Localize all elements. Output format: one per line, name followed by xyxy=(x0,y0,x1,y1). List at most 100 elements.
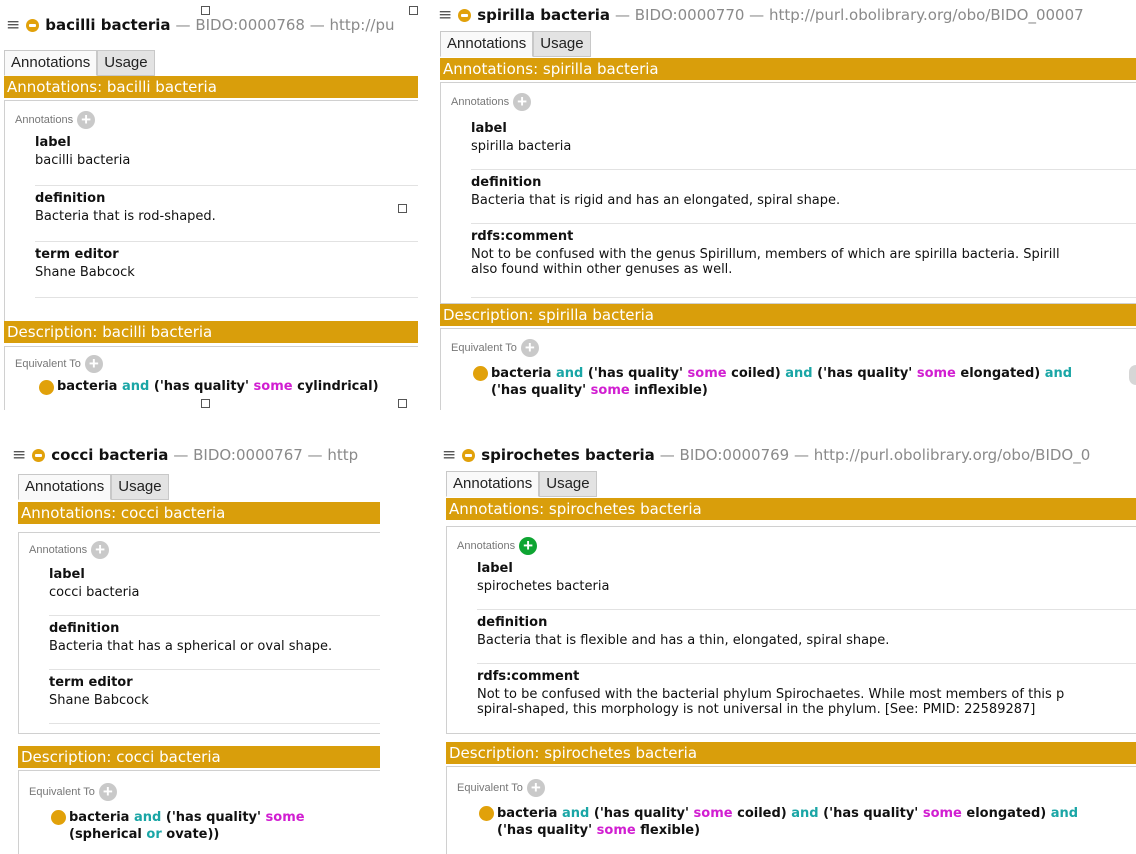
entry-key: definition xyxy=(471,175,542,190)
expr-term: ('has quality' xyxy=(497,823,593,838)
add-icon[interactable]: + xyxy=(84,355,103,373)
expr-keyword: and xyxy=(122,379,150,394)
equivalent-label: Equivalent To xyxy=(15,358,81,370)
class-icon xyxy=(462,448,476,462)
equivalent-subheader: Equivalent To + xyxy=(457,779,545,797)
add-icon[interactable]: + xyxy=(513,93,532,111)
annotation-entry[interactable]: label spirochetes bacteria xyxy=(477,561,1136,610)
entry-key: rdfs:comment xyxy=(471,229,574,244)
annotation-entry[interactable]: rdfs:comment Not to be confused with the… xyxy=(471,229,1136,298)
expr-keyword: some xyxy=(590,383,630,398)
panel-title-iri: — BIDO:0000769 — http://purl.obolibrary.… xyxy=(659,446,1091,464)
tab-usage[interactable]: Usage xyxy=(539,471,597,497)
class-expression[interactable]: bacteria and ('has quality' some coiled)… xyxy=(479,805,1078,839)
annotation-entry[interactable]: rdfs:comment Not to be confused with the… xyxy=(477,669,1136,729)
annotation-entry[interactable]: label bacilli bacteria xyxy=(35,135,418,186)
entry-value-continued: also found within other genuses as well. xyxy=(471,262,733,277)
equivalent-subheader: Equivalent To + xyxy=(451,339,539,357)
description-header: Description: spirilla bacteria xyxy=(440,304,1136,326)
description-section: Equivalent To + bacteria and ('has quali… xyxy=(440,328,1136,410)
expr-term: bacteria xyxy=(57,379,118,394)
tab-bar: Annotations Usage xyxy=(4,50,155,76)
expr-term: ('has quality' xyxy=(817,366,913,381)
panel-title-iri: — BIDO:0000767 — http xyxy=(173,446,359,464)
tab-annotations[interactable]: Annotations xyxy=(446,471,540,497)
panel-title-bar[interactable]: ≡ cocci bacteria — BIDO:0000767 — http xyxy=(6,440,380,470)
panel-bacilli: ≡ bacilli bacteria — BIDO:0000768 — http… xyxy=(0,10,418,410)
annotation-entry[interactable]: label cocci bacteria xyxy=(49,567,380,616)
annotation-entry[interactable]: definition Bacteria that is rigid and ha… xyxy=(471,175,1136,224)
annotations-label: Annotations xyxy=(29,544,88,556)
tab-annotations[interactable]: Annotations xyxy=(18,474,112,500)
class-expression[interactable]: bacteria and ('has quality' some cylindr… xyxy=(39,379,379,395)
panel-title-iri: — BIDO:0000770 — http://purl.obolibrary.… xyxy=(614,6,1084,24)
expr-term: inflexible) xyxy=(634,383,708,398)
entry-key: term editor xyxy=(35,247,119,262)
expr-term: bacteria xyxy=(497,806,558,821)
entry-key: label xyxy=(49,567,85,582)
annotation-entry[interactable]: label spirilla bacteria xyxy=(471,121,1136,170)
class-icon xyxy=(458,8,472,22)
annotation-entry[interactable]: term editor Shane Babcock xyxy=(49,675,380,724)
class-icon xyxy=(32,448,46,462)
hamburger-icon[interactable]: ≡ xyxy=(6,15,20,35)
entry-value: spirochetes bacteria xyxy=(477,579,610,594)
tab-bar: Annotations Usage xyxy=(446,471,597,497)
tab-usage[interactable]: Usage xyxy=(533,31,591,57)
expr-keyword: and xyxy=(1044,366,1073,381)
add-icon[interactable]: + xyxy=(520,339,539,357)
annotations-label: Annotations xyxy=(15,114,74,126)
entry-value: Shane Babcock xyxy=(35,265,135,280)
panel-title-bar[interactable]: ≡ spirilla bacteria — BIDO:0000770 — htt… xyxy=(432,0,1136,30)
panel-title-bar[interactable]: ≡ spirochetes bacteria — BIDO:0000769 — … xyxy=(436,440,1136,470)
resize-handle[interactable] xyxy=(398,204,407,213)
class-expression[interactable]: bacteria and ('has quality' some (spheri… xyxy=(51,809,305,843)
annotation-entry[interactable]: term editor Shane Babcock xyxy=(35,247,418,298)
hamburger-icon[interactable]: ≡ xyxy=(442,445,456,465)
annotations-section: Annotations + label spirochetes bacteria… xyxy=(446,526,1136,734)
tab-usage[interactable]: Usage xyxy=(97,50,155,76)
hamburger-icon[interactable]: ≡ xyxy=(438,5,452,25)
add-icon[interactable]: + xyxy=(77,111,96,129)
description-header: Description: spirochetes bacteria xyxy=(446,742,1136,764)
add-icon[interactable]: + xyxy=(98,783,117,801)
resize-handle[interactable] xyxy=(398,399,407,408)
expr-term: ('has quality' xyxy=(593,806,690,821)
scroll-knob[interactable] xyxy=(1129,365,1136,385)
add-icon[interactable]: + xyxy=(526,779,545,797)
hamburger-icon[interactable]: ≡ xyxy=(12,445,26,465)
description-section: Equivalent To + bacteria and ('has quali… xyxy=(446,766,1136,854)
description-header: Description: cocci bacteria xyxy=(18,746,380,768)
panel-title-name: spirochetes bacteria xyxy=(481,446,655,464)
annotation-entry[interactable]: definition Bacteria that is rod-shaped. xyxy=(35,191,418,242)
expr-term: ('has quality' xyxy=(587,366,684,381)
equivalent-subheader: Equivalent To + xyxy=(15,355,103,373)
annotation-entry[interactable]: definition Bacteria that is flexible and… xyxy=(477,615,1136,664)
expr-keyword: and xyxy=(1050,806,1079,821)
entry-value: bacilli bacteria xyxy=(35,153,131,168)
resize-handle[interactable] xyxy=(201,399,210,408)
add-icon[interactable]: + xyxy=(91,541,110,559)
expr-term: coiled) xyxy=(731,366,781,381)
annotations-section: Annotations + label bacilli bacteria def… xyxy=(4,100,418,322)
resize-handle[interactable] xyxy=(409,6,418,15)
tab-annotations[interactable]: Annotations xyxy=(4,50,98,76)
resize-handle[interactable] xyxy=(201,6,210,15)
annotations-section: Annotations + label cocci bacteria defin… xyxy=(18,532,380,734)
entry-key: label xyxy=(35,135,71,150)
expr-keyword: and xyxy=(556,366,584,381)
annotations-label: Annotations xyxy=(457,540,516,552)
panel-title-name: cocci bacteria xyxy=(51,446,169,464)
annotation-entry[interactable]: definition Bacteria that has a spherical… xyxy=(49,621,380,670)
annotations-header: Annotations: spirochetes bacteria xyxy=(446,498,1136,520)
tab-usage[interactable]: Usage xyxy=(111,474,169,500)
tab-annotations[interactable]: Annotations xyxy=(440,31,534,57)
expr-term: ('has quality' xyxy=(165,810,262,825)
panel-spirilla: ≡ spirilla bacteria — BIDO:0000770 — htt… xyxy=(432,0,1136,410)
class-expression[interactable]: bacteria and ('has quality' some coiled)… xyxy=(473,365,1072,399)
class-icon xyxy=(26,18,40,32)
add-icon[interactable]: + xyxy=(519,537,538,555)
expr-term: ('has quality' xyxy=(153,379,250,394)
description-section: Equivalent To + bacteria and ('has quali… xyxy=(4,346,418,410)
annotations-header: Annotations: spirilla bacteria xyxy=(440,58,1136,80)
